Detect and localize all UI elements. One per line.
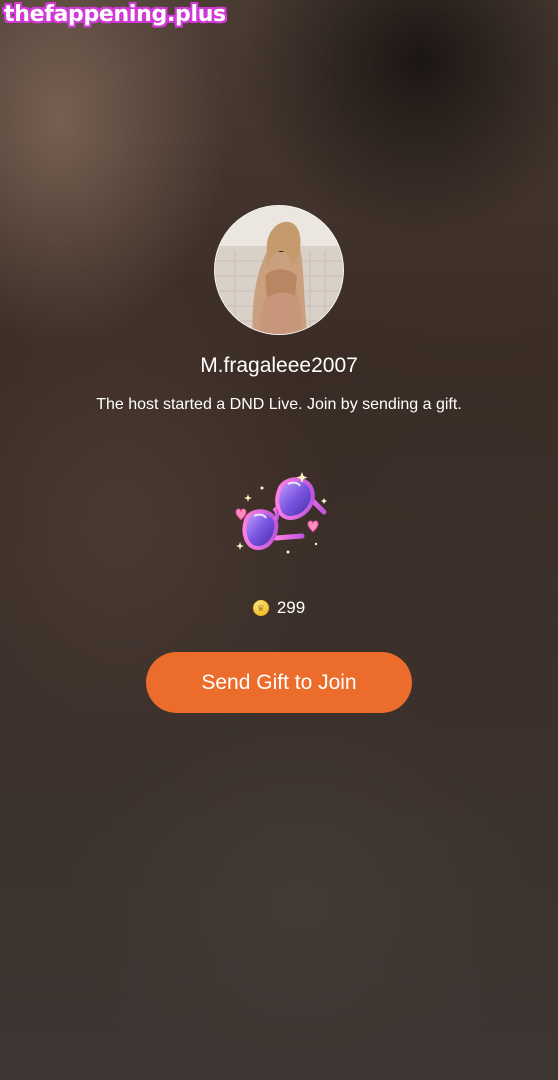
avatar-photo — [215, 206, 343, 334]
gift-price-value: 299 — [276, 598, 306, 617]
coin-icon: ♛ — [252, 600, 269, 616]
heart-sunglasses-icon — [228, 468, 332, 556]
send-gift-button[interactable]: Send Gift to Join — [146, 652, 412, 713]
watermark: thefappening.plus — [4, 2, 226, 27]
dnd-live-join-screen: thefappening.plus M.fragaleee2007 The ho… — [0, 0, 558, 1080]
gift-price: ♛ 299 — [0, 598, 558, 618]
dnd-live-message: The host started a DND Live. Join by sen… — [96, 396, 462, 413]
host-avatar — [214, 205, 344, 335]
host-username: M.fragaleee2007 — [200, 354, 358, 377]
